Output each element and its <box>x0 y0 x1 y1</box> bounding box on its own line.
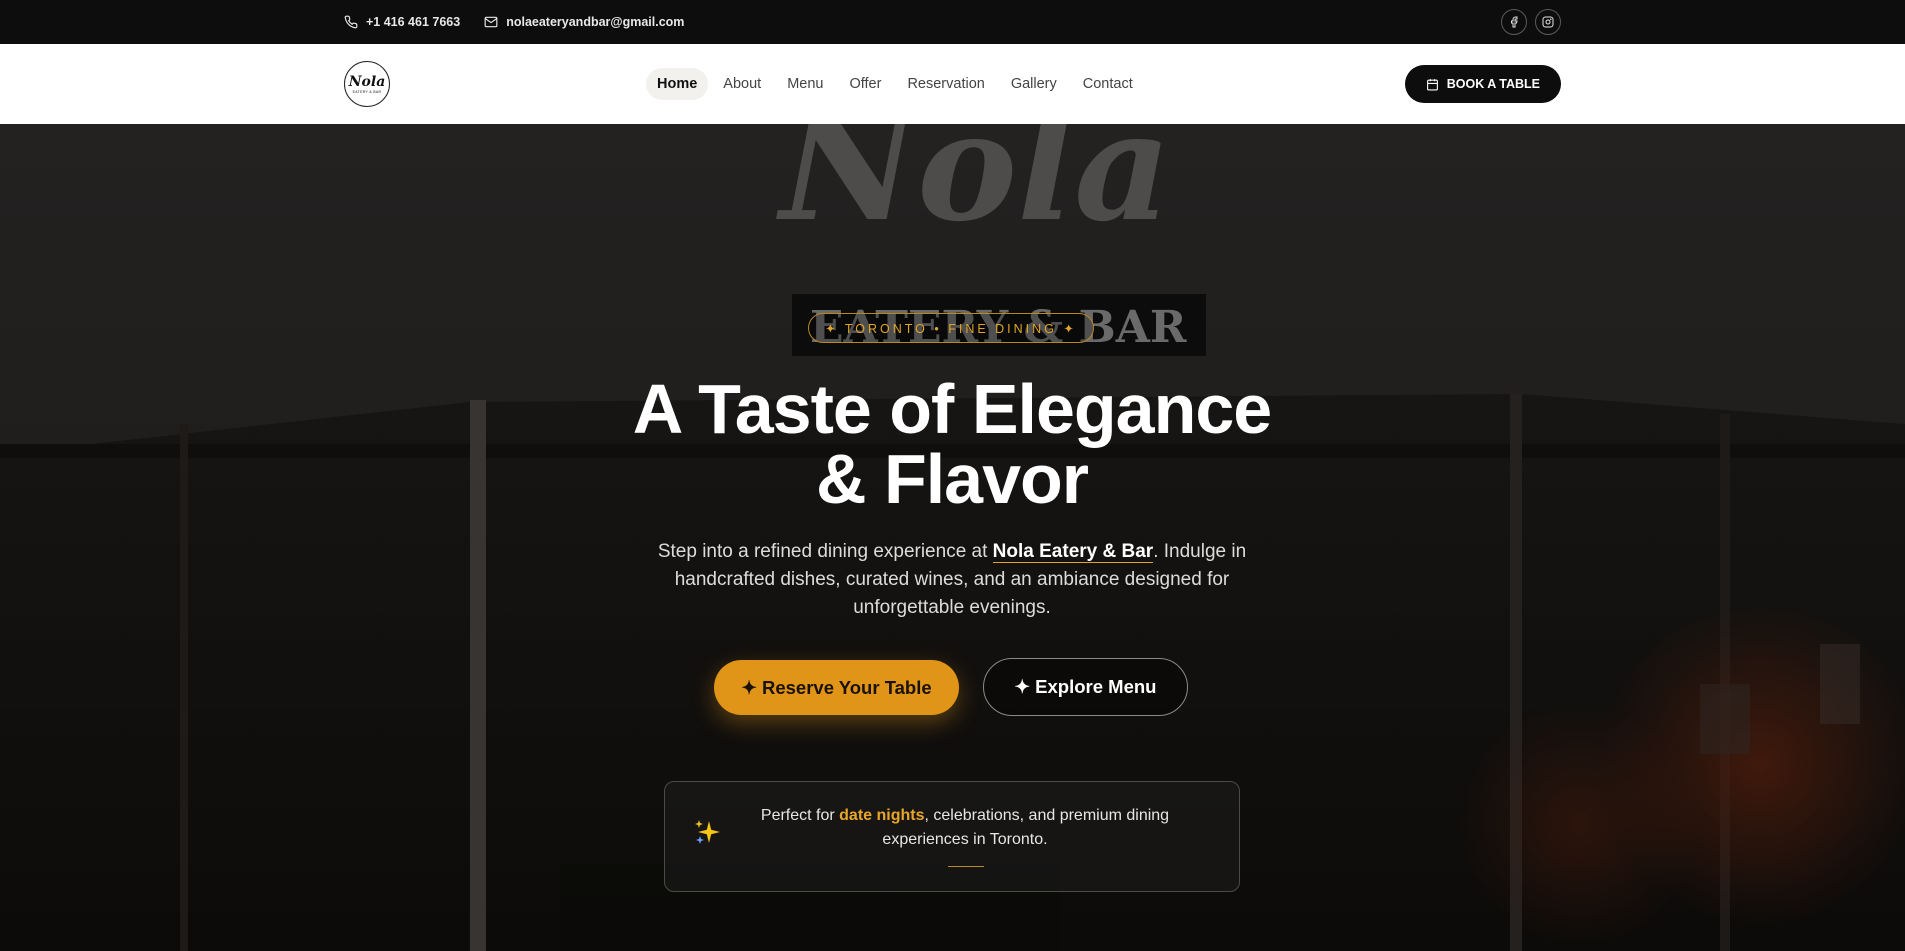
contact-info: +1 416 461 7663 nolaeateryandbar@gmail.c… <box>344 15 684 29</box>
instagram-link[interactable] <box>1535 9 1561 35</box>
calendar-icon <box>1426 78 1438 90</box>
location-badge: ✦ TORONTO • FINE DINING ✦ <box>808 313 1094 343</box>
facebook-link[interactable] <box>1501 9 1527 35</box>
nav-menu: Home About Menu Offer Reservation Galler… <box>646 68 1144 100</box>
card-divider <box>948 866 984 867</box>
explore-menu-button[interactable]: ✦ Explore Menu <box>983 658 1188 716</box>
card-text-intro: Perfect for <box>760 807 840 824</box>
nav-item-reservation[interactable]: Reservation <box>896 68 995 100</box>
card-text-rest: , celebrations, and premium dining exper… <box>882 807 1170 848</box>
hero-section: Nola EATERY & BAR ✦ TORONTO • FINE DININ… <box>0 124 1905 951</box>
highlight-card: Perfect for date nights, celebrations, a… <box>664 781 1240 892</box>
email-link[interactable]: nolaeateryandbar@gmail.com <box>484 15 684 29</box>
nav-item-contact[interactable]: Contact <box>1072 68 1144 100</box>
nav-item-gallery[interactable]: Gallery <box>1000 68 1068 100</box>
sparkles-icon <box>695 820 720 844</box>
email-address: nolaeateryandbar@gmail.com <box>506 15 685 29</box>
headline-line-1: A Taste of Elegance <box>632 370 1272 448</box>
nav-item-home[interactable]: Home <box>646 68 709 100</box>
card-highlight: date nights <box>839 807 925 824</box>
nav-item-about[interactable]: About <box>712 68 772 100</box>
facebook-icon <box>1511 16 1518 28</box>
hero-headline: A Taste of Elegance & Flavor <box>552 374 1352 514</box>
mail-icon <box>484 16 498 28</box>
subtitle-intro: Step into a refined dining experience at <box>657 541 993 562</box>
phone-link[interactable]: +1 416 461 7663 <box>344 15 460 29</box>
nav-item-offer[interactable]: Offer <box>838 68 892 100</box>
book-table-button[interactable]: BOOK A TABLE <box>1404 65 1561 103</box>
logo-text: Nola <box>348 73 386 90</box>
card-text: Perfect for date nights, celebrations, a… <box>750 804 1180 852</box>
social-links <box>1501 9 1561 35</box>
logo-subtext: EATERY & BAR <box>352 89 382 94</box>
phone-icon <box>344 15 358 29</box>
top-bar: +1 416 461 7663 nolaeateryandbar@gmail.c… <box>0 0 1905 44</box>
nav-item-menu[interactable]: Menu <box>776 68 834 100</box>
book-table-label: BOOK A TABLE <box>1446 77 1540 91</box>
main-navbar: Nola EATERY & BAR Home About Menu Offer … <box>0 44 1905 124</box>
phone-number: +1 416 461 7663 <box>366 15 461 29</box>
hero-subtitle: Step into a refined dining experience at… <box>632 538 1272 622</box>
headline-line-2: & Flavor <box>815 440 1089 518</box>
subtitle-brand: Nola Eatery & Bar <box>992 541 1154 563</box>
logo[interactable]: Nola EATERY & BAR <box>344 61 390 107</box>
reserve-table-button[interactable]: ✦ Reserve Your Table <box>714 660 959 715</box>
instagram-icon <box>1542 16 1554 28</box>
